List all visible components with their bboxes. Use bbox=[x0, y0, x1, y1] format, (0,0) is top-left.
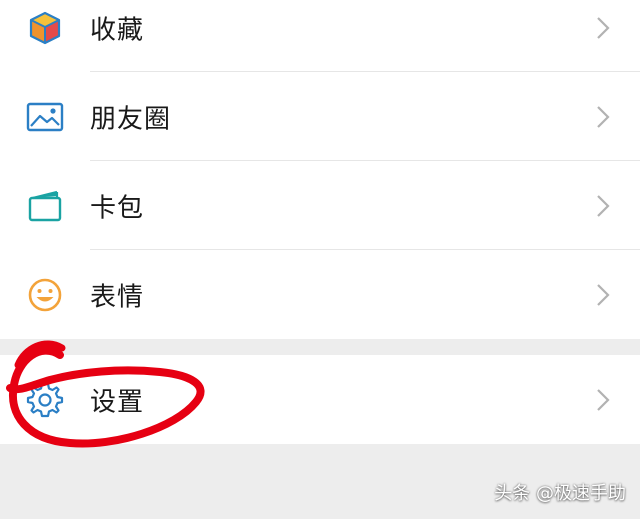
menu-item-stickers[interactable]: 表情 bbox=[0, 250, 640, 339]
menu-item-label: 朋友圈 bbox=[90, 104, 172, 134]
menu-item-label: 设置 bbox=[90, 387, 145, 417]
menu-item-settings[interactable]: 设置 bbox=[0, 355, 640, 444]
chevron-right-icon bbox=[596, 194, 610, 218]
chevron-right-icon bbox=[596, 283, 610, 307]
menu-group-settings: 设置 bbox=[0, 355, 640, 444]
favorites-cube-icon bbox=[25, 8, 65, 48]
gear-icon bbox=[25, 380, 65, 420]
chevron-right-icon bbox=[596, 16, 610, 40]
menu-group-main: 收藏 朋友圈 卡包 表情 bbox=[0, 0, 640, 339]
moments-image-icon bbox=[25, 97, 65, 137]
chevron-right-icon bbox=[596, 105, 610, 129]
menu-item-moments[interactable]: 朋友圈 bbox=[0, 72, 640, 161]
card-wallet-icon bbox=[25, 186, 65, 226]
menu-item-card-wallet[interactable]: 卡包 bbox=[0, 161, 640, 250]
watermark: 头条 @极速手助 bbox=[494, 483, 626, 504]
chevron-right-icon bbox=[596, 388, 610, 412]
menu-item-label: 卡包 bbox=[90, 193, 145, 223]
sticker-smiley-icon bbox=[25, 275, 65, 315]
menu-item-favorites[interactable]: 收藏 bbox=[0, 0, 640, 72]
menu-item-label: 收藏 bbox=[90, 15, 145, 45]
menu-item-label: 表情 bbox=[90, 282, 145, 312]
